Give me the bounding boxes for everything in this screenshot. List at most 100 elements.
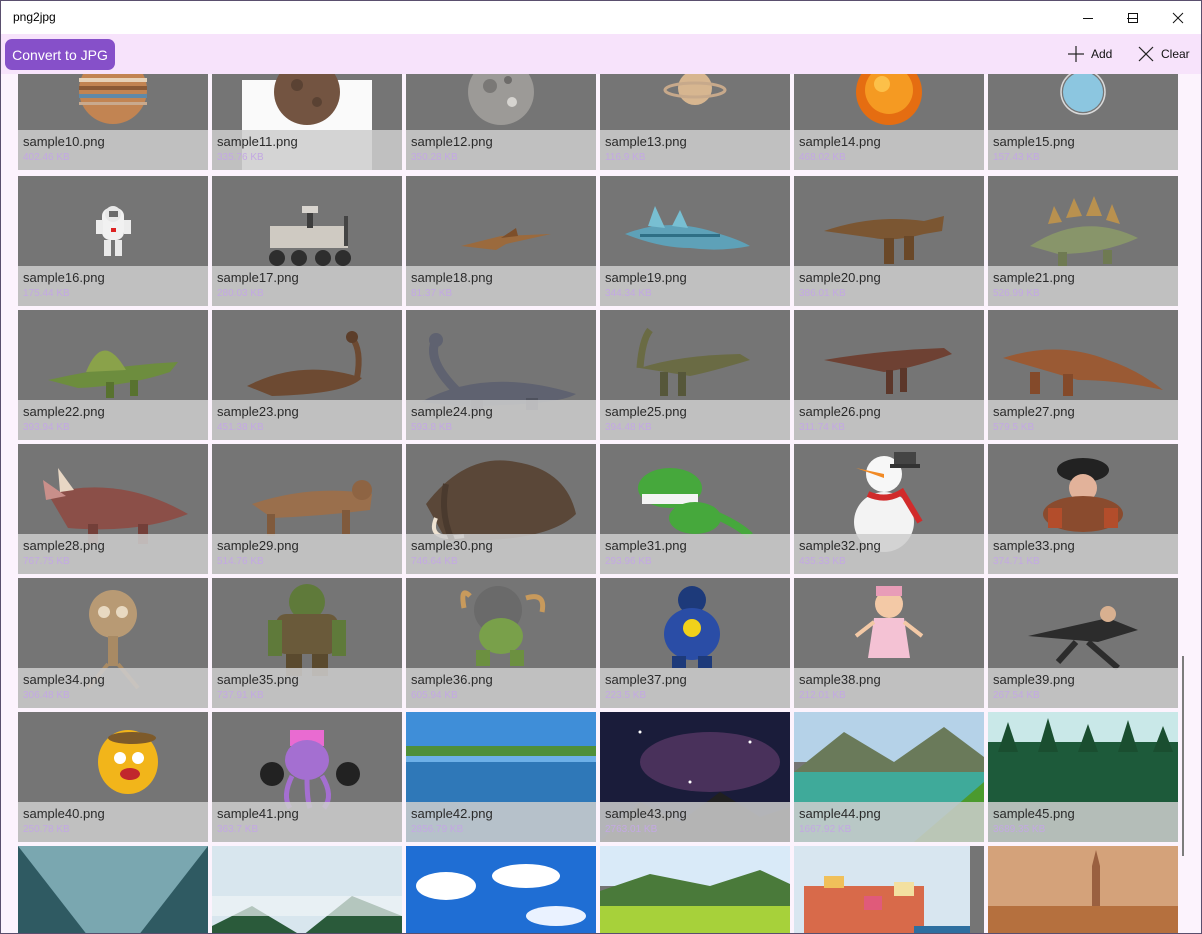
tile-caption: sample36.png 605.94 KB (406, 668, 596, 708)
image-tile[interactable]: sample33.png 374.71 KB (988, 444, 1178, 574)
image-tile[interactable]: sample10.png 402.46 KB (18, 74, 208, 170)
tile-caption: sample41.png 363.7 KB (212, 802, 402, 842)
image-tile[interactable]: sample17.png 280.03 KB (212, 176, 402, 306)
file-name: sample12.png (411, 134, 493, 149)
file-size: 435.33 KB (799, 556, 846, 567)
maximize-button[interactable] (1110, 1, 1156, 34)
file-size: 2763.01 KB (605, 824, 658, 835)
image-tile[interactable]: sample32.png 435.33 KB (794, 444, 984, 574)
image-tile[interactable]: sample24.png 593.8 KB (406, 310, 596, 440)
image-tile[interactable]: sample18.png 81.37 KB (406, 176, 596, 306)
close-button[interactable] (1155, 1, 1201, 34)
image-tile[interactable]: sample35.png 737.91 KB (212, 578, 402, 708)
image-tile[interactable]: sample30.png 746.64 KB (406, 444, 596, 574)
image-tile[interactable]: sample38.png 212.01 KB (794, 578, 984, 708)
image-tile[interactable]: sample26.png 311.74 KB (794, 310, 984, 440)
close-icon (1172, 12, 1184, 23)
image-tile[interactable]: sample22.png 393.94 KB (18, 310, 208, 440)
image-tile[interactable] (988, 846, 1178, 933)
clear-button[interactable]: Clear (1138, 44, 1190, 64)
image-tile[interactable] (212, 846, 402, 933)
image-tile[interactable]: sample43.png 2763.01 KB (600, 712, 790, 842)
file-size: 402.46 KB (23, 152, 70, 163)
image-tile[interactable]: sample23.png 451.38 KB (212, 310, 402, 440)
file-size: 579.5 KB (993, 422, 1035, 433)
image-tile[interactable] (794, 846, 984, 933)
tile-caption: sample12.png 350.28 KB (406, 130, 596, 170)
image-tile[interactable] (406, 846, 596, 933)
file-name: sample36.png (411, 672, 493, 687)
image-grid[interactable]: sample10.png 402.46 KB sample11.png 335.76 … (1, 74, 1201, 933)
tile-caption: sample22.png 393.94 KB (18, 400, 208, 440)
file-size: 593.8 KB (411, 422, 453, 433)
image-tile[interactable]: sample28.png 767.75 KB (18, 444, 208, 574)
file-name: sample20.png (799, 270, 881, 285)
file-size: 468.02 KB (799, 152, 846, 163)
tile-caption: sample21.png 526.99 KB (988, 266, 1178, 306)
tile-caption: sample37.png 223.5 KB (600, 668, 790, 708)
title-bar[interactable]: png2jpg (1, 1, 1201, 34)
file-size: 451.38 KB (217, 422, 264, 433)
tile-caption: sample45.png 3689.35 KB (988, 802, 1178, 842)
image-tile[interactable]: sample41.png 363.7 KB (212, 712, 402, 842)
image-tile[interactable]: sample44.png 1667.92 KB (794, 712, 984, 842)
image-tile[interactable] (600, 846, 790, 933)
file-size: 344.34 KB (605, 288, 652, 299)
image-tile[interactable]: sample13.png 116.9 KB (600, 74, 790, 170)
file-name: sample41.png (217, 806, 299, 821)
maximize-icon (1128, 12, 1138, 23)
image-tile[interactable]: sample37.png 223.5 KB (600, 578, 790, 708)
file-name: sample30.png (411, 538, 493, 553)
minimize-button-area[interactable] (1065, 1, 1111, 34)
file-name: sample28.png (23, 538, 105, 553)
image-thumbnail (212, 846, 402, 933)
tile-caption: sample42.png 2856.79 KB (406, 802, 596, 842)
image-tile[interactable]: sample12.png 350.28 KB (406, 74, 596, 170)
image-tile[interactable]: sample11.png 335.76 KB (212, 74, 402, 170)
tile-caption: sample18.png 81.37 KB (406, 266, 596, 306)
tile-caption: sample17.png 280.03 KB (212, 266, 402, 306)
image-tile[interactable]: sample16.png 175.44 KB (18, 176, 208, 306)
file-size: 746.64 KB (411, 556, 458, 567)
image-tile[interactable]: sample31.png 293.96 KB (600, 444, 790, 574)
image-tile[interactable]: sample39.png 267.54 KB (988, 578, 1178, 708)
file-name: sample19.png (605, 270, 687, 285)
tile-caption: sample39.png 267.54 KB (988, 668, 1178, 708)
image-thumbnail (600, 846, 790, 933)
file-size: 605.94 KB (411, 690, 458, 701)
tile-caption: sample10.png 402.46 KB (18, 130, 208, 170)
image-tile[interactable]: sample27.png 579.5 KB (988, 310, 1178, 440)
file-name: sample11.png (217, 134, 298, 149)
image-tile[interactable]: sample15.png 157.43 KB (988, 74, 1178, 170)
image-tile[interactable]: sample29.png 514.76 KB (212, 444, 402, 574)
convert-to-jpg-button[interactable]: Convert to JPG (5, 39, 115, 70)
file-name: sample25.png (605, 404, 687, 419)
tile-caption: sample38.png 212.01 KB (794, 668, 984, 708)
image-tile[interactable]: sample42.png 2856.79 KB (406, 712, 596, 842)
file-size: 223.5 KB (605, 690, 647, 701)
image-tile[interactable]: sample36.png 605.94 KB (406, 578, 596, 708)
tile-caption: sample40.png 250.78 KB (18, 802, 208, 842)
vertical-scrollbar[interactable] (1182, 656, 1184, 856)
file-name: sample14.png (799, 134, 881, 149)
image-tile[interactable] (18, 846, 208, 933)
file-name: sample27.png (993, 404, 1075, 419)
file-size: 374.71 KB (993, 556, 1040, 567)
file-name: sample37.png (605, 672, 687, 687)
add-button[interactable]: Add (1068, 44, 1112, 64)
image-tile[interactable]: sample45.png 3689.35 KB (988, 712, 1178, 842)
image-tile[interactable]: sample14.png 468.02 KB (794, 74, 984, 170)
image-tile[interactable]: sample19.png 344.34 KB (600, 176, 790, 306)
image-tile[interactable]: sample40.png 250.78 KB (18, 712, 208, 842)
app-window: png2jpg Convert to JPG Add Clear sample1… (0, 0, 1202, 934)
image-tile[interactable]: sample20.png 386.01 KB (794, 176, 984, 306)
file-name: sample34.png (23, 672, 105, 687)
image-tile[interactable]: sample34.png 306.48 KB (18, 578, 208, 708)
file-name: sample13.png (605, 134, 687, 149)
window-title: png2jpg (13, 10, 56, 24)
tile-caption: sample26.png 311.74 KB (794, 400, 984, 440)
file-size: 311.74 KB (799, 422, 845, 433)
image-tile[interactable]: sample21.png 526.99 KB (988, 176, 1178, 306)
image-tile[interactable]: sample25.png 394.48 KB (600, 310, 790, 440)
file-size: 212.01 KB (799, 690, 846, 701)
